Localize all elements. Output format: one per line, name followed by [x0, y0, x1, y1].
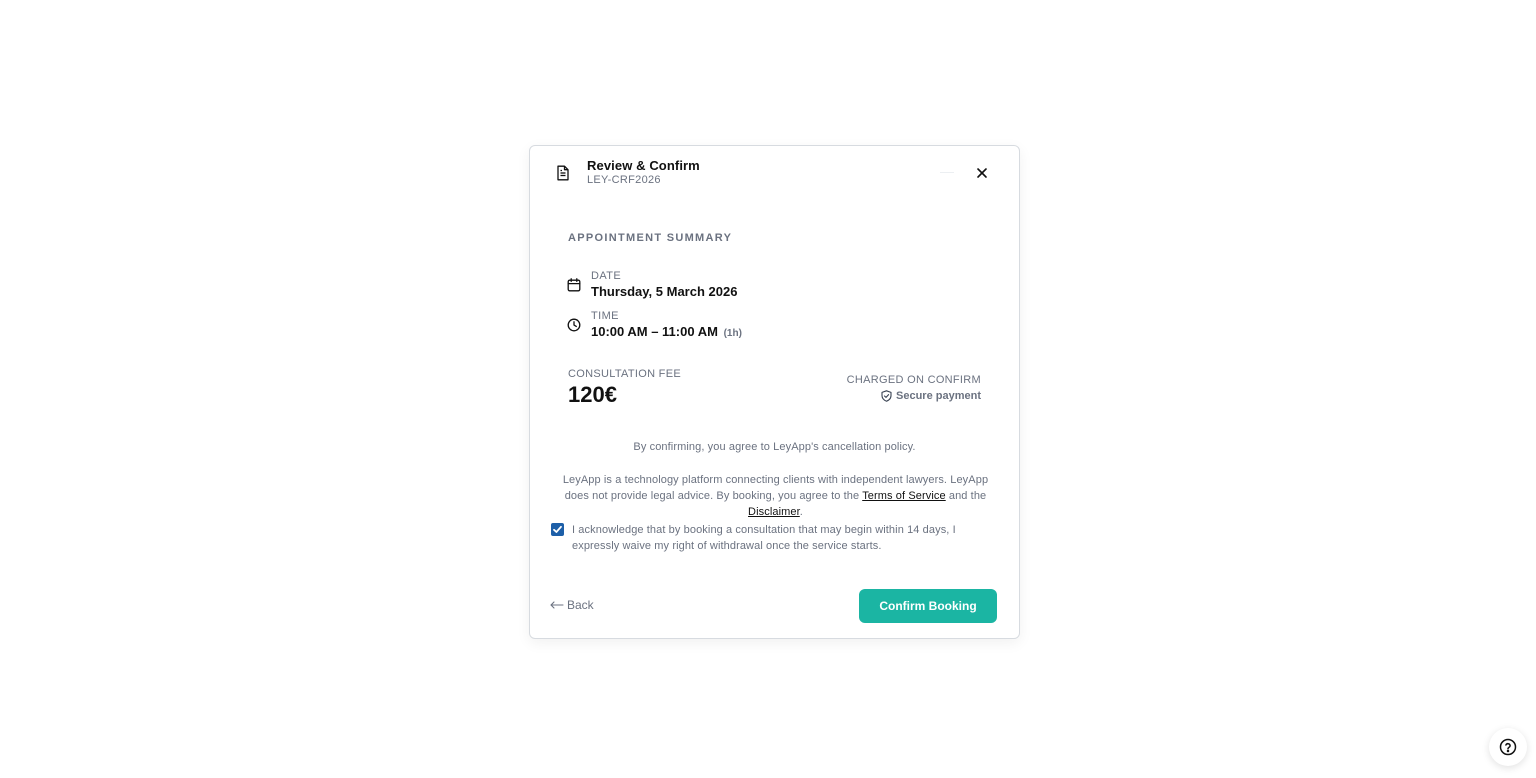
charged-on-confirm-note: CHARGED ON CONFIRM [846, 374, 981, 386]
time-value: 10:00 AM – 11:00 AM [591, 324, 718, 339]
close-icon [977, 168, 987, 178]
checkmark-icon [553, 525, 562, 533]
time-label: TIME [591, 310, 619, 322]
legal-text-middle: and the [945, 490, 987, 502]
document-icon [556, 165, 570, 181]
withdrawal-waiver-checkbox[interactable] [551, 523, 564, 536]
help-button[interactable] [1489, 728, 1527, 766]
appointment-summary-heading: APPOINTMENT SUMMARY [568, 232, 733, 244]
shield-check-icon [881, 390, 892, 402]
calendar-icon [567, 278, 581, 292]
consultation-fee-label: CONSULTATION FEE [568, 368, 681, 380]
arrow-left-icon [550, 601, 564, 609]
disclaimer-link[interactable]: Disclaimer [748, 506, 800, 518]
confirm-booking-button[interactable]: Confirm Booking [859, 589, 997, 623]
date-value: Thursday, 5 March 2026 [591, 284, 738, 299]
withdrawal-waiver-text[interactable]: I acknowledge that by booking a consulta… [572, 522, 1002, 554]
header-divider [940, 172, 954, 173]
date-label: DATE [591, 270, 622, 282]
booking-reference: LEY-CRF2026 [587, 174, 661, 186]
terms-of-service-link[interactable]: Terms of Service [862, 490, 946, 502]
back-label: Back [567, 598, 594, 612]
secure-payment-badge: Secure payment [881, 390, 981, 402]
close-button[interactable] [973, 164, 991, 182]
time-value-row: 10:00 AM – 11:00 AM (1h) [591, 324, 742, 339]
secure-payment-label: Secure payment [896, 390, 981, 402]
back-button[interactable]: Back [550, 598, 594, 612]
clock-icon [567, 318, 581, 332]
duration-badge: (1h) [723, 328, 742, 339]
consultation-fee-amount: 120€ [568, 382, 617, 407]
cancellation-policy-text: By confirming, you agree to LeyApp's can… [633, 441, 916, 453]
legal-disclaimer: LeyApp is a technology platform connecti… [552, 472, 999, 520]
dialog-header: Review & Confirm LEY-CRF2026 [530, 146, 1019, 196]
review-confirm-dialog: Review & Confirm LEY-CRF2026 APPOINTMENT… [529, 145, 1020, 639]
help-circle-icon [1499, 738, 1517, 756]
legal-text-after: . [799, 506, 803, 518]
dialog-title: Review & Confirm [587, 158, 700, 173]
